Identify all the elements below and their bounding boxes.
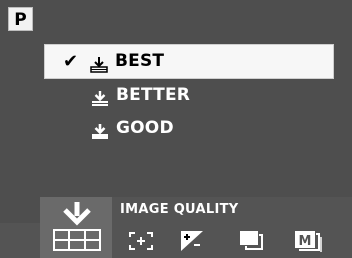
svg-text:M: M	[299, 234, 312, 249]
quality-best-icon	[89, 53, 109, 73]
menu-item-good[interactable]: GOOD	[44, 112, 334, 145]
quality-menu: ✔ BEST BETTER GOOD	[44, 44, 334, 145]
mode-badge: P	[8, 7, 33, 31]
quality-good-icon	[90, 120, 110, 139]
image-quality-icon	[52, 200, 102, 254]
quality-better-icon	[90, 87, 110, 106]
menu-item-better[interactable]: BETTER	[44, 79, 334, 112]
menu-item-label: GOOD	[116, 118, 174, 138]
checkmark-icon: ✔	[63, 51, 79, 72]
drive-mode-icon[interactable]	[238, 229, 266, 253]
menu-item-label: BETTER	[116, 85, 191, 105]
menu-title: IMAGE QUALITY	[120, 202, 239, 217]
focus-area-icon[interactable]	[128, 231, 154, 251]
memory-icon[interactable]: M	[294, 229, 324, 253]
menu-item-label: BEST	[115, 51, 165, 71]
exposure-compensation-icon[interactable]	[180, 230, 204, 252]
camera-menu-screen: P ✔ BEST BETTER GOOD IMAGE QUALITY M	[0, 0, 352, 258]
menu-item-best[interactable]: ✔ BEST	[44, 44, 334, 79]
